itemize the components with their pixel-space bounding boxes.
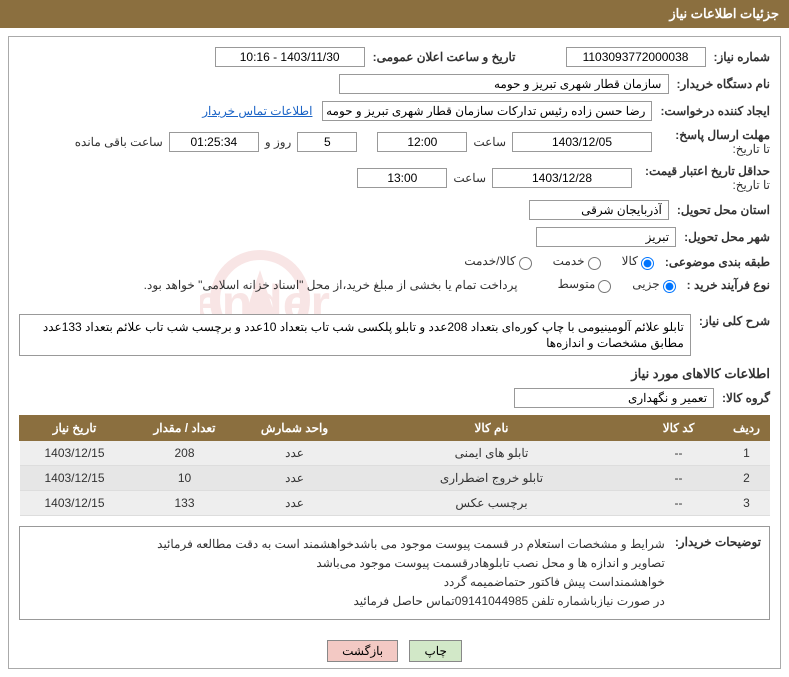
radio-minor[interactable]: جزیی	[632, 277, 678, 293]
items-table: ردیف کد کالا نام کالا واحد شمارش تعداد /…	[19, 415, 770, 516]
validity-date-input	[492, 168, 632, 188]
page-header: جزئیات اطلاعات نیاز	[0, 0, 789, 28]
radio-both[interactable]: کالا/خدمت	[464, 254, 534, 270]
buyer-notes-box: توضیحات خریدار: شرایط و مشخصات استعلام د…	[19, 526, 770, 621]
time-label-1: ساعت	[473, 135, 506, 149]
days-and-label: روز و	[265, 135, 292, 149]
process-label: نوع فرآیند خرید :	[687, 278, 770, 292]
table-row: 2--تابلو خروج اضطراریعدد101403/12/15	[20, 465, 770, 490]
th-row: ردیف	[724, 415, 770, 440]
pay-note-text: پرداخت تمام یا بخشی از مبلغ خرید،از محل …	[144, 278, 518, 292]
need-no-input	[566, 47, 706, 67]
form-panel: شماره نیاز: تاریخ و ساعت اعلان عمومی: نا…	[8, 36, 781, 669]
th-code: کد کالا	[634, 415, 724, 440]
remain-time-input	[169, 132, 259, 152]
cell-row: 3	[724, 490, 770, 515]
cell-name: تابلو خروج اضطراری	[350, 465, 634, 490]
cell-code: --	[634, 465, 724, 490]
th-name: نام کالا	[350, 415, 634, 440]
time-label-2: ساعت	[453, 171, 486, 185]
cell-qty: 133	[130, 490, 240, 515]
radio-service[interactable]: خدمت	[553, 254, 604, 270]
deadline-time-input	[377, 132, 467, 152]
print-button[interactable]: چاپ	[409, 640, 461, 662]
category-label: طبقه بندی موضوعی:	[665, 255, 770, 269]
cell-unit: عدد	[240, 490, 350, 515]
cell-date: 1403/12/15	[20, 465, 130, 490]
th-qty: تعداد / مقدار	[130, 415, 240, 440]
radio-medium[interactable]: متوسط	[558, 277, 615, 293]
cell-date: 1403/12/15	[20, 440, 130, 465]
table-row: 1--تابلو های ایمنیعدد2081403/12/15	[20, 440, 770, 465]
deadline-label: مهلت ارسال پاسخ:	[660, 128, 770, 142]
process-radio-group: جزیی متوسط	[544, 277, 679, 293]
th-unit: واحد شمارش	[240, 415, 350, 440]
cell-name: تابلو های ایمنی	[350, 440, 634, 465]
deadline-date-input	[512, 132, 652, 152]
cell-name: برچسب عکس	[350, 490, 634, 515]
need-desc-textarea: تابلو علائم آلومینیومی با چاپ کوره‌ای بت…	[19, 314, 691, 356]
buyer-notes-label: توضیحات خریدار:	[675, 535, 761, 612]
cell-code: --	[634, 490, 724, 515]
delivery-prov-label: استان محل تحویل:	[677, 203, 770, 217]
cell-row: 1	[724, 440, 770, 465]
buyer-notes-content: شرایط و مشخصات استعلام در قسمت پیوست موج…	[28, 535, 665, 612]
need-no-label: شماره نیاز:	[714, 50, 770, 64]
th-date: تاریخ نیاز	[20, 415, 130, 440]
validity-label: حداقل تاریخ اعتبار قیمت:	[640, 164, 770, 178]
validity-time-input	[357, 168, 447, 188]
delivery-prov-input	[529, 200, 669, 220]
cell-qty: 208	[130, 440, 240, 465]
cell-date: 1403/12/15	[20, 490, 130, 515]
contact-link[interactable]: اطلاعات تماس خریدار	[202, 104, 312, 118]
buyer-org-input	[339, 74, 669, 94]
requester-input	[322, 101, 652, 121]
items-section-title: اطلاعات کالاهای مورد نیاز	[19, 366, 770, 382]
back-button[interactable]: بازگشت	[327, 640, 398, 662]
category-radio-group: کالا خدمت کالا/خدمت	[450, 254, 657, 270]
goods-group-input	[514, 388, 714, 408]
radio-goods[interactable]: کالا	[622, 254, 657, 270]
requester-label: ایجاد کننده درخواست:	[660, 104, 770, 118]
goods-group-label: گروه کالا:	[722, 391, 770, 405]
buyer-org-label: نام دستگاه خریدار:	[677, 77, 771, 91]
until-label-1: تا تاریخ:	[660, 142, 770, 156]
cell-unit: عدد	[240, 465, 350, 490]
cell-row: 2	[724, 465, 770, 490]
table-row: 3--برچسب عکسعدد1331403/12/15	[20, 490, 770, 515]
announce-dt-input	[215, 47, 365, 67]
until-label-2: تا تاریخ:	[640, 178, 770, 192]
cell-unit: عدد	[240, 440, 350, 465]
need-desc-label: شرح کلی نیاز:	[699, 314, 770, 328]
days-input	[297, 132, 357, 152]
cell-qty: 10	[130, 465, 240, 490]
remain-label: ساعت باقی مانده	[75, 135, 163, 149]
delivery-city-input	[536, 227, 676, 247]
announce-dt-label: تاریخ و ساعت اعلان عمومی:	[373, 50, 516, 64]
cell-code: --	[634, 440, 724, 465]
delivery-city-label: شهر محل تحویل:	[684, 230, 770, 244]
